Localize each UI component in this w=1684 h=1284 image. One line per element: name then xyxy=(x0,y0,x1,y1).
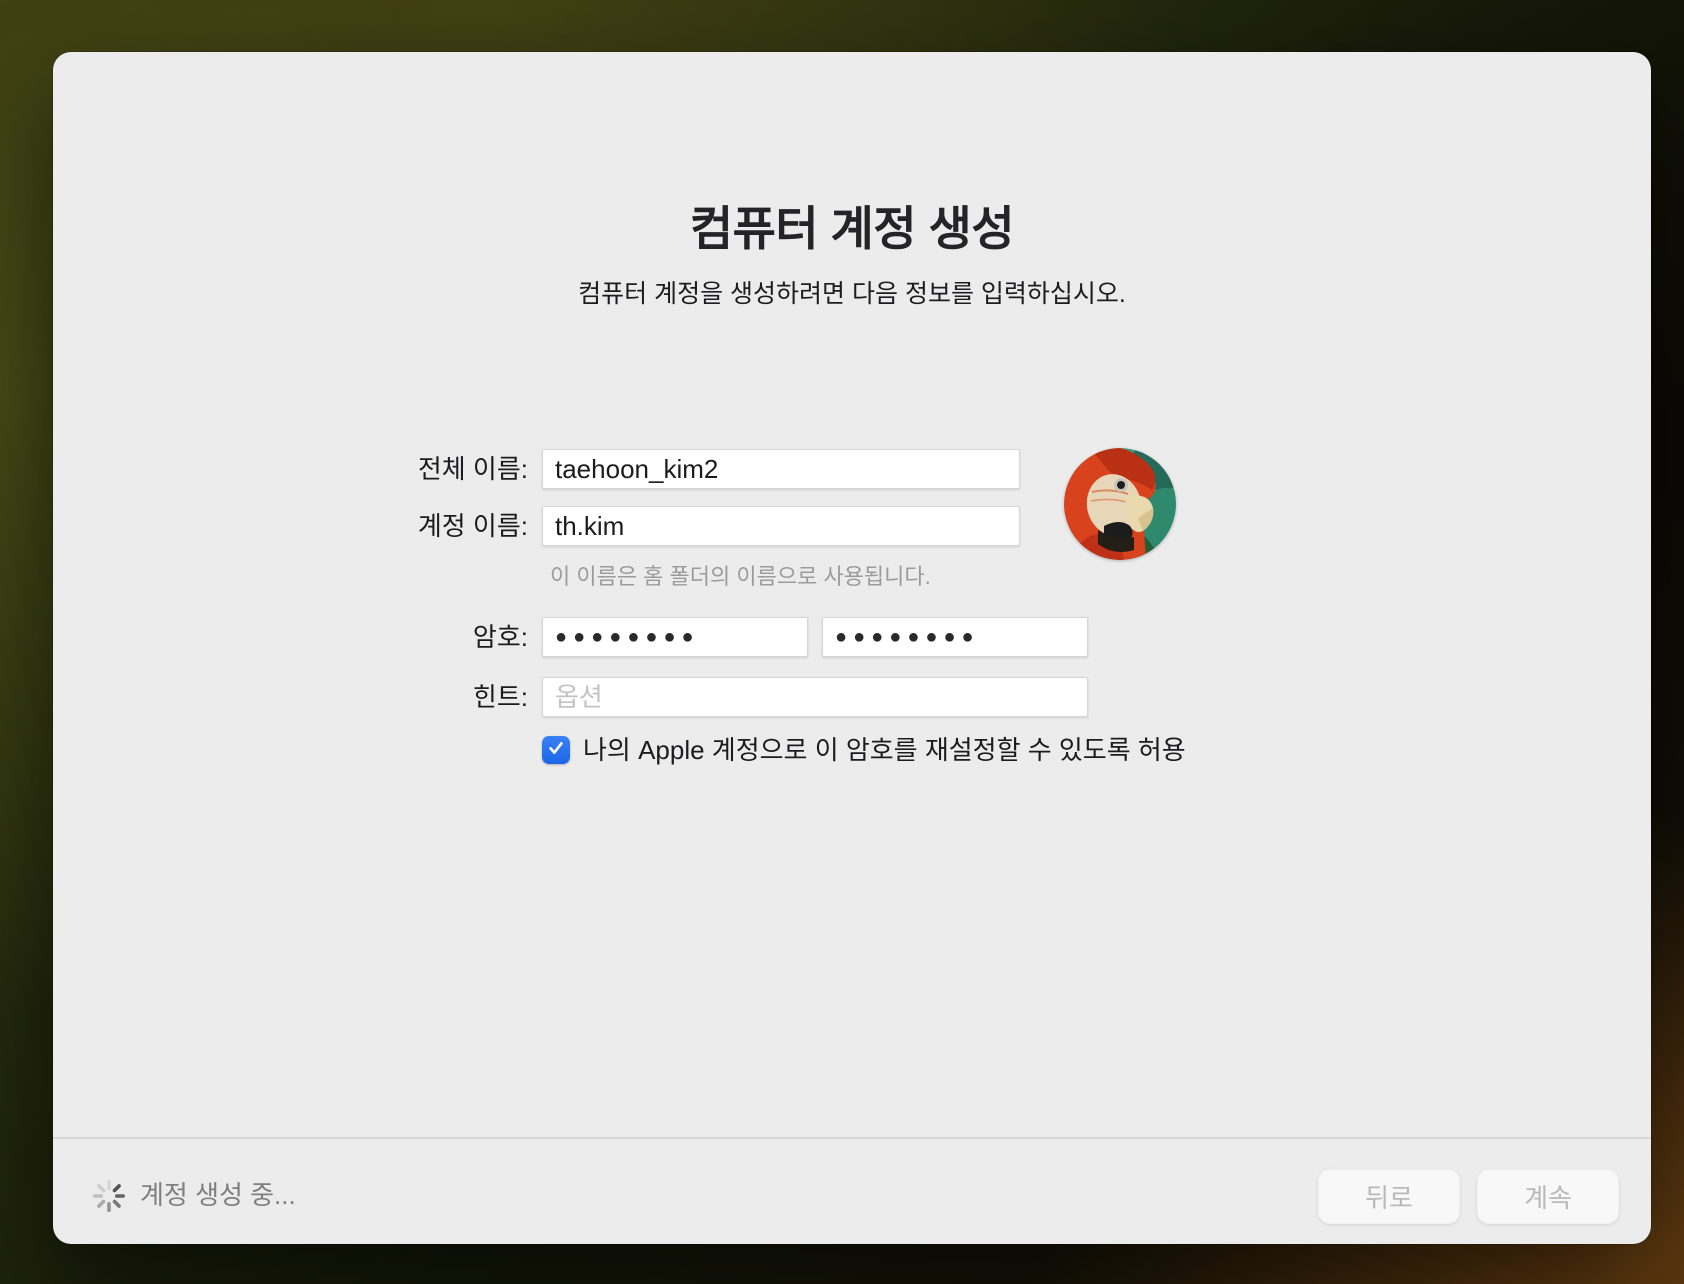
password-input[interactable] xyxy=(542,617,808,657)
check-icon xyxy=(546,738,566,763)
back-button[interactable]: 뒤로 xyxy=(1318,1169,1460,1224)
password-label: 암호: xyxy=(128,617,528,657)
full-name-label: 전체 이름: xyxy=(128,449,528,489)
continue-button[interactable]: 계속 xyxy=(1477,1169,1619,1224)
footer-divider xyxy=(53,1137,1651,1139)
setup-assistant-window: 컴퓨터 계정 생성 컴퓨터 계정을 생성하려면 다음 정보를 입력하십시오. 전… xyxy=(53,52,1651,1244)
hint-label: 힌트: xyxy=(128,677,528,717)
allow-apple-id-reset-label: 나의 Apple 계정으로 이 암호를 재설정할 수 있도록 허용 xyxy=(583,736,1186,764)
account-name-input[interactable] xyxy=(542,506,1020,546)
page-subtitle: 컴퓨터 계정을 생성하려면 다음 정보를 입력하십시오. xyxy=(53,274,1651,310)
status-text: 계정 생성 중... xyxy=(140,1180,296,1210)
password-verify-input[interactable] xyxy=(822,617,1088,657)
full-name-input[interactable] xyxy=(542,449,1020,489)
account-name-label: 계정 이름: xyxy=(128,506,528,546)
account-name-helper: 이 이름은 홈 폴더의 이름으로 사용됩니다. xyxy=(550,559,931,591)
page-title: 컴퓨터 계정 생성 xyxy=(53,190,1651,259)
account-avatar[interactable] xyxy=(1064,448,1176,560)
loading-spinner-icon xyxy=(91,1178,127,1214)
allow-apple-id-reset-checkbox[interactable] xyxy=(542,736,570,764)
parrot-avatar-image xyxy=(1064,547,1176,560)
hint-input[interactable] xyxy=(542,677,1088,717)
